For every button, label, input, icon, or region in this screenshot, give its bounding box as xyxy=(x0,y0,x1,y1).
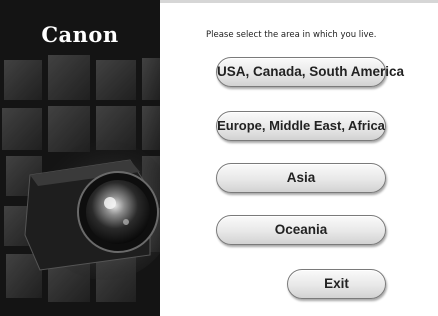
canon-logo: Canon xyxy=(41,22,119,47)
region-button-asia[interactable]: Asia xyxy=(216,163,386,193)
instruction-text: Please select the area in which you live… xyxy=(206,30,377,40)
region-button-usa-canada-south-america[interactable]: USA, Canada, South America xyxy=(216,57,404,87)
region-button-europe-middle-east-africa[interactable]: Europe, Middle East, Africa xyxy=(216,111,386,141)
region-button-oceania[interactable]: Oceania xyxy=(216,215,386,245)
region-select-window: Canon Please select the area in which yo… xyxy=(0,0,438,316)
camera-montage-image xyxy=(0,0,160,316)
camera-illustration xyxy=(24,159,159,271)
top-divider xyxy=(160,0,438,3)
exit-button[interactable]: Exit xyxy=(287,269,386,299)
branding-panel: Canon xyxy=(0,0,160,316)
selection-panel: Please select the area in which you live… xyxy=(160,0,438,316)
